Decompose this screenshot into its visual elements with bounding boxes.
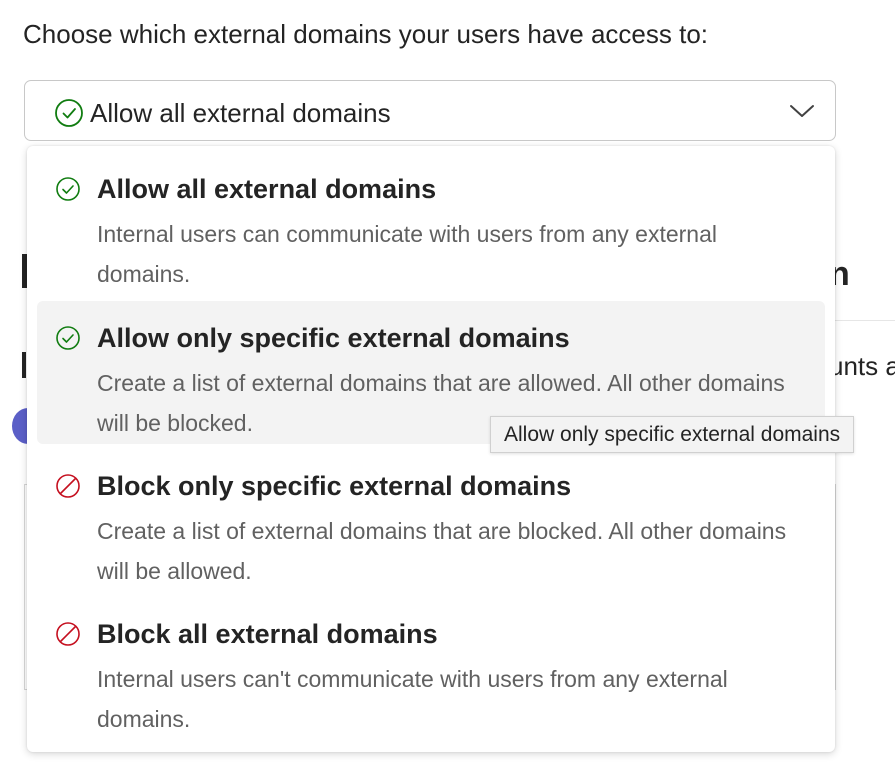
option-title: Allow only specific external domains bbox=[97, 323, 570, 353]
chevron-down-icon[interactable] bbox=[789, 101, 815, 121]
block-icon bbox=[55, 621, 81, 647]
option-description: Create a list of external domains that a… bbox=[97, 518, 787, 584]
background-text-fragment: unts a bbox=[829, 351, 895, 381]
check-circle-icon bbox=[54, 98, 84, 128]
background-divider bbox=[829, 320, 895, 321]
external-domains-select[interactable]: Allow all external domains bbox=[24, 80, 836, 141]
option-title: Allow all external domains bbox=[97, 174, 437, 204]
option-allow-all[interactable]: Allow all external domains Internal user… bbox=[37, 152, 825, 295]
block-icon bbox=[55, 473, 81, 499]
option-tooltip: Allow only specific external domains bbox=[490, 416, 855, 453]
check-circle-icon bbox=[55, 325, 81, 351]
option-title: Block all external domains bbox=[97, 619, 438, 649]
option-block-specific[interactable]: Block only specific external domains Cre… bbox=[37, 449, 825, 592]
option-title: Block only specific external domains bbox=[97, 471, 572, 501]
option-block-all[interactable]: Block all external domains Internal user… bbox=[37, 597, 825, 740]
option-description: Internal users can't communicate with us… bbox=[97, 666, 728, 732]
option-description: Internal users can communicate with user… bbox=[97, 221, 717, 287]
background-text-edge bbox=[22, 352, 26, 378]
access-prompt-label: Choose which external domains your users… bbox=[23, 19, 709, 49]
select-value: Allow all external domains bbox=[90, 98, 391, 128]
check-circle-icon bbox=[55, 176, 81, 202]
